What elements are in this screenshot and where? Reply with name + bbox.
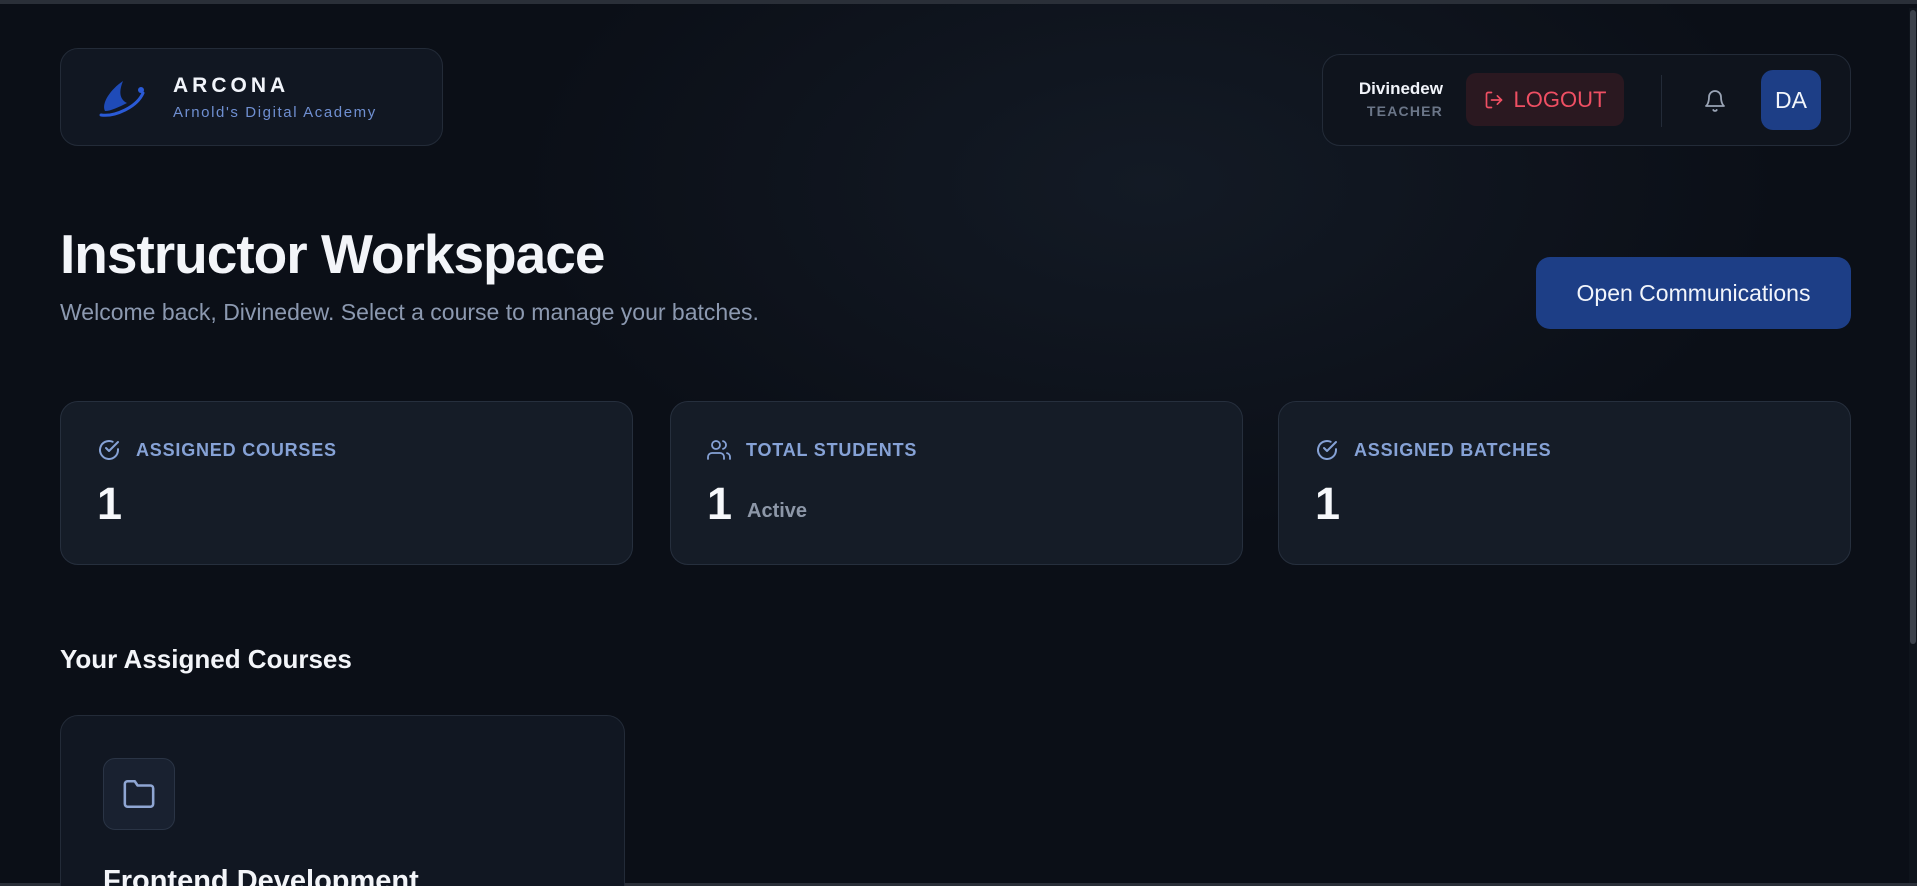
logout-button[interactable]: LOGOUT bbox=[1466, 73, 1624, 126]
user-name: Divinedew bbox=[1358, 79, 1443, 98]
avatar-initials: DA bbox=[1775, 86, 1807, 113]
check-circle-icon bbox=[99, 440, 119, 460]
stat-label: ASSIGNED BATCHES bbox=[1354, 439, 1552, 460]
user-meta: Divinedew TEACHER bbox=[1323, 79, 1443, 119]
folder-icon bbox=[123, 779, 155, 809]
stat-value: 1 bbox=[707, 478, 733, 529]
logout-label: LOGOUT bbox=[1513, 86, 1607, 112]
course-card[interactable]: Frontend Development bbox=[60, 715, 625, 886]
brand-tagline: Arnold's Digital Academy bbox=[173, 103, 377, 121]
stat-card-assigned-courses: ASSIGNED COURSES 1 bbox=[60, 401, 633, 565]
course-title: Frontend Development bbox=[103, 865, 419, 886]
stat-value: 1 bbox=[1315, 478, 1341, 529]
logout-icon bbox=[1485, 91, 1502, 108]
users-icon bbox=[707, 440, 731, 460]
stat-card-assigned-batches: ASSIGNED BATCHES 1 bbox=[1278, 401, 1851, 565]
brand-card[interactable]: ARCONA Arnold's Digital Academy bbox=[60, 48, 443, 146]
stat-label: ASSIGNED COURSES bbox=[136, 439, 337, 460]
scrollbar-thumb[interactable] bbox=[1910, 10, 1916, 644]
arcona-logo-icon bbox=[99, 81, 145, 117]
section-title: Your Assigned Courses bbox=[60, 644, 352, 674]
open-communications-label: Open Communications bbox=[1576, 279, 1811, 306]
bell-icon bbox=[1705, 90, 1725, 112]
page-title: Instructor Workspace bbox=[60, 223, 605, 285]
page-subtitle: Welcome back, Divinedew. Select a course… bbox=[60, 299, 759, 325]
stat-label: TOTAL STUDENTS bbox=[746, 439, 918, 460]
stat-note: Active bbox=[747, 500, 808, 522]
brand-name: ARCONA bbox=[173, 73, 290, 97]
check-circle-icon bbox=[1317, 440, 1337, 460]
course-icon-box bbox=[103, 758, 175, 830]
user-divider bbox=[1661, 75, 1662, 127]
notifications-button[interactable] bbox=[1695, 81, 1735, 121]
open-communications-button[interactable]: Open Communications bbox=[1536, 257, 1851, 329]
stat-card-total-students: TOTAL STUDENTS 1 Active bbox=[670, 401, 1243, 565]
stat-value: 1 bbox=[97, 478, 123, 529]
user-role: TEACHER bbox=[1366, 103, 1443, 119]
user-card: Divinedew TEACHER LOGOUT DA bbox=[1322, 54, 1851, 146]
avatar[interactable]: DA bbox=[1761, 70, 1821, 130]
